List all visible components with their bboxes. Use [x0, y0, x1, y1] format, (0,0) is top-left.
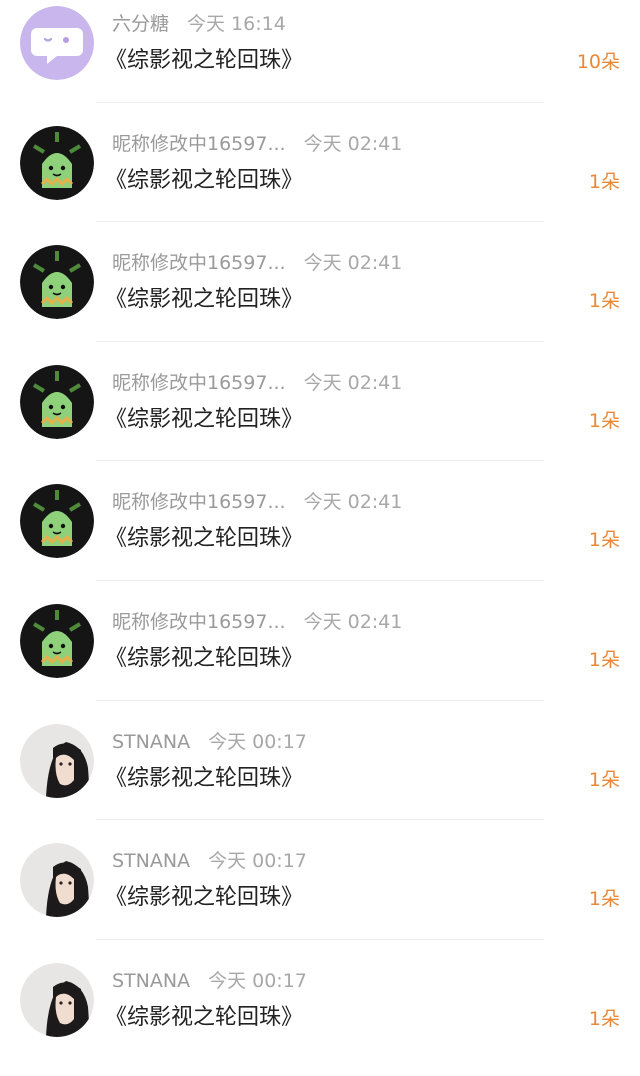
gift-time: 今天 16:14 [187, 13, 286, 35]
gift-time: 今天 02:41 [303, 132, 403, 155]
gift-meta: 昵称修改中16597... 今天 02:41 [112, 369, 402, 397]
gift-time: 今天 00:17 [208, 969, 307, 992]
book-title[interactable]: 《综影视之轮回珠》 [105, 762, 303, 796]
list-item[interactable]: 昵称修改中16597... 今天 02:41 《综影视之轮回珠》 1朵 [0, 239, 640, 359]
user-name[interactable]: 昵称修改中16597... [112, 249, 286, 277]
gift-meta: STNANA 今天 00:17 [112, 728, 307, 756]
avatar[interactable] [20, 484, 94, 559]
gift-amount: 1朵 [588, 648, 620, 671]
divider [96, 938, 544, 940]
gift-amount: 1朵 [588, 409, 620, 432]
user-name[interactable]: 昵称修改中16597... [112, 488, 286, 516]
girl-photo-avatar-icon [20, 843, 94, 918]
gift-amount: 1朵 [588, 529, 620, 552]
book-title[interactable]: 《综影视之轮回珠》 [105, 403, 303, 437]
gift-list: 六分糖 今天 16:14 《综影视之轮回珠》 10朵 昵称修改中16597... 今… [0, 0, 640, 1076]
green-creature-avatar-icon [20, 603, 94, 678]
divider [96, 579, 544, 581]
book-title[interactable]: 《综影视之轮回珠》 [105, 164, 303, 198]
list-item[interactable]: STNANA 今天 00:17 《综影视之轮回珠》 1朵 [0, 957, 640, 1076]
user-name[interactable]: 昵称修改中16597... [112, 130, 286, 158]
list-item[interactable]: 六分糖 今天 16:14 《综影视之轮回珠》 10朵 [0, 0, 640, 120]
book-title[interactable]: 《综影视之轮回珠》 [105, 642, 303, 676]
divider [96, 819, 544, 821]
green-creature-avatar-icon [20, 125, 94, 200]
avatar[interactable] [20, 723, 94, 798]
gift-amount: 1朵 [588, 290, 620, 313]
list-item[interactable]: STNANA 今天 00:17 《综影视之轮回珠》 1朵 [0, 718, 640, 838]
list-item[interactable]: 昵称修改中16597... 今天 02:41 《综影视之轮回珠》 1朵 [0, 120, 640, 240]
list-item[interactable]: STNANA 今天 00:17 《综影视之轮回珠》 1朵 [0, 837, 640, 957]
avatar[interactable] [20, 962, 94, 1037]
book-title[interactable]: 《综影视之轮回珠》 [105, 1001, 303, 1035]
divider [96, 101, 544, 103]
gift-meta: STNANA 今天 00:17 [112, 847, 307, 875]
user-name[interactable]: STNANA [112, 728, 190, 756]
avatar[interactable] [20, 364, 94, 439]
book-title[interactable]: 《综影视之轮回珠》 [105, 881, 303, 915]
user-name[interactable]: STNANA [112, 847, 190, 875]
gift-time: 今天 02:41 [303, 610, 403, 633]
girl-photo-avatar-icon [20, 962, 94, 1037]
gift-meta: 昵称修改中16597... 今天 02:41 [112, 608, 402, 636]
avatar[interactable] [20, 843, 94, 918]
gift-amount: 1朵 [588, 1007, 620, 1030]
list-item[interactable]: 昵称修改中16597... 今天 02:41 《综影视之轮回珠》 1朵 [0, 359, 640, 479]
divider [96, 460, 544, 462]
user-name[interactable]: 六分糖 [112, 10, 169, 38]
avatar[interactable] [20, 245, 94, 320]
divider [96, 699, 544, 701]
gift-time: 今天 00:17 [208, 730, 307, 753]
gift-amount: 10朵 [576, 51, 620, 73]
girl-photo-avatar-icon [20, 723, 94, 798]
gift-time: 今天 02:41 [303, 491, 403, 514]
user-name[interactable]: STNANA [112, 967, 190, 995]
green-creature-avatar-icon [20, 364, 94, 439]
list-item[interactable]: 昵称修改中16597... 今天 02:41 《综影视之轮回珠》 1朵 [0, 478, 640, 598]
divider [96, 340, 544, 342]
user-name[interactable]: 昵称修改中16597... [112, 608, 286, 636]
avatar[interactable] [20, 125, 94, 200]
gift-meta: 昵称修改中16597... 今天 02:41 [112, 488, 402, 516]
green-creature-avatar-icon [20, 245, 94, 320]
book-title[interactable]: 《综影视之轮回珠》 [105, 44, 303, 78]
avatar[interactable] [20, 603, 94, 678]
gift-time: 今天 00:17 [208, 850, 307, 873]
gift-amount: 1朵 [588, 768, 620, 791]
avatar[interactable] [20, 6, 94, 80]
gift-meta: 昵称修改中16597... 今天 02:41 [112, 249, 402, 277]
gift-meta: 六分糖 今天 16:14 [112, 10, 286, 38]
list-item[interactable]: 昵称修改中16597... 今天 02:41 《综影视之轮回珠》 1朵 [0, 598, 640, 718]
purple-chat-avatar-icon [20, 6, 94, 80]
gift-amount: 1朵 [588, 170, 620, 193]
gift-meta: STNANA 今天 00:17 [112, 967, 307, 995]
gift-time: 今天 02:41 [303, 371, 403, 394]
gift-time: 今天 02:41 [303, 252, 403, 275]
user-name[interactable]: 昵称修改中16597... [112, 369, 286, 397]
green-creature-avatar-icon [20, 484, 94, 559]
gift-meta: 昵称修改中16597... 今天 02:41 [112, 130, 402, 158]
divider [96, 221, 544, 223]
gift-amount: 1朵 [588, 888, 620, 911]
book-title[interactable]: 《综影视之轮回珠》 [105, 522, 303, 556]
book-title[interactable]: 《综影视之轮回珠》 [105, 283, 303, 317]
